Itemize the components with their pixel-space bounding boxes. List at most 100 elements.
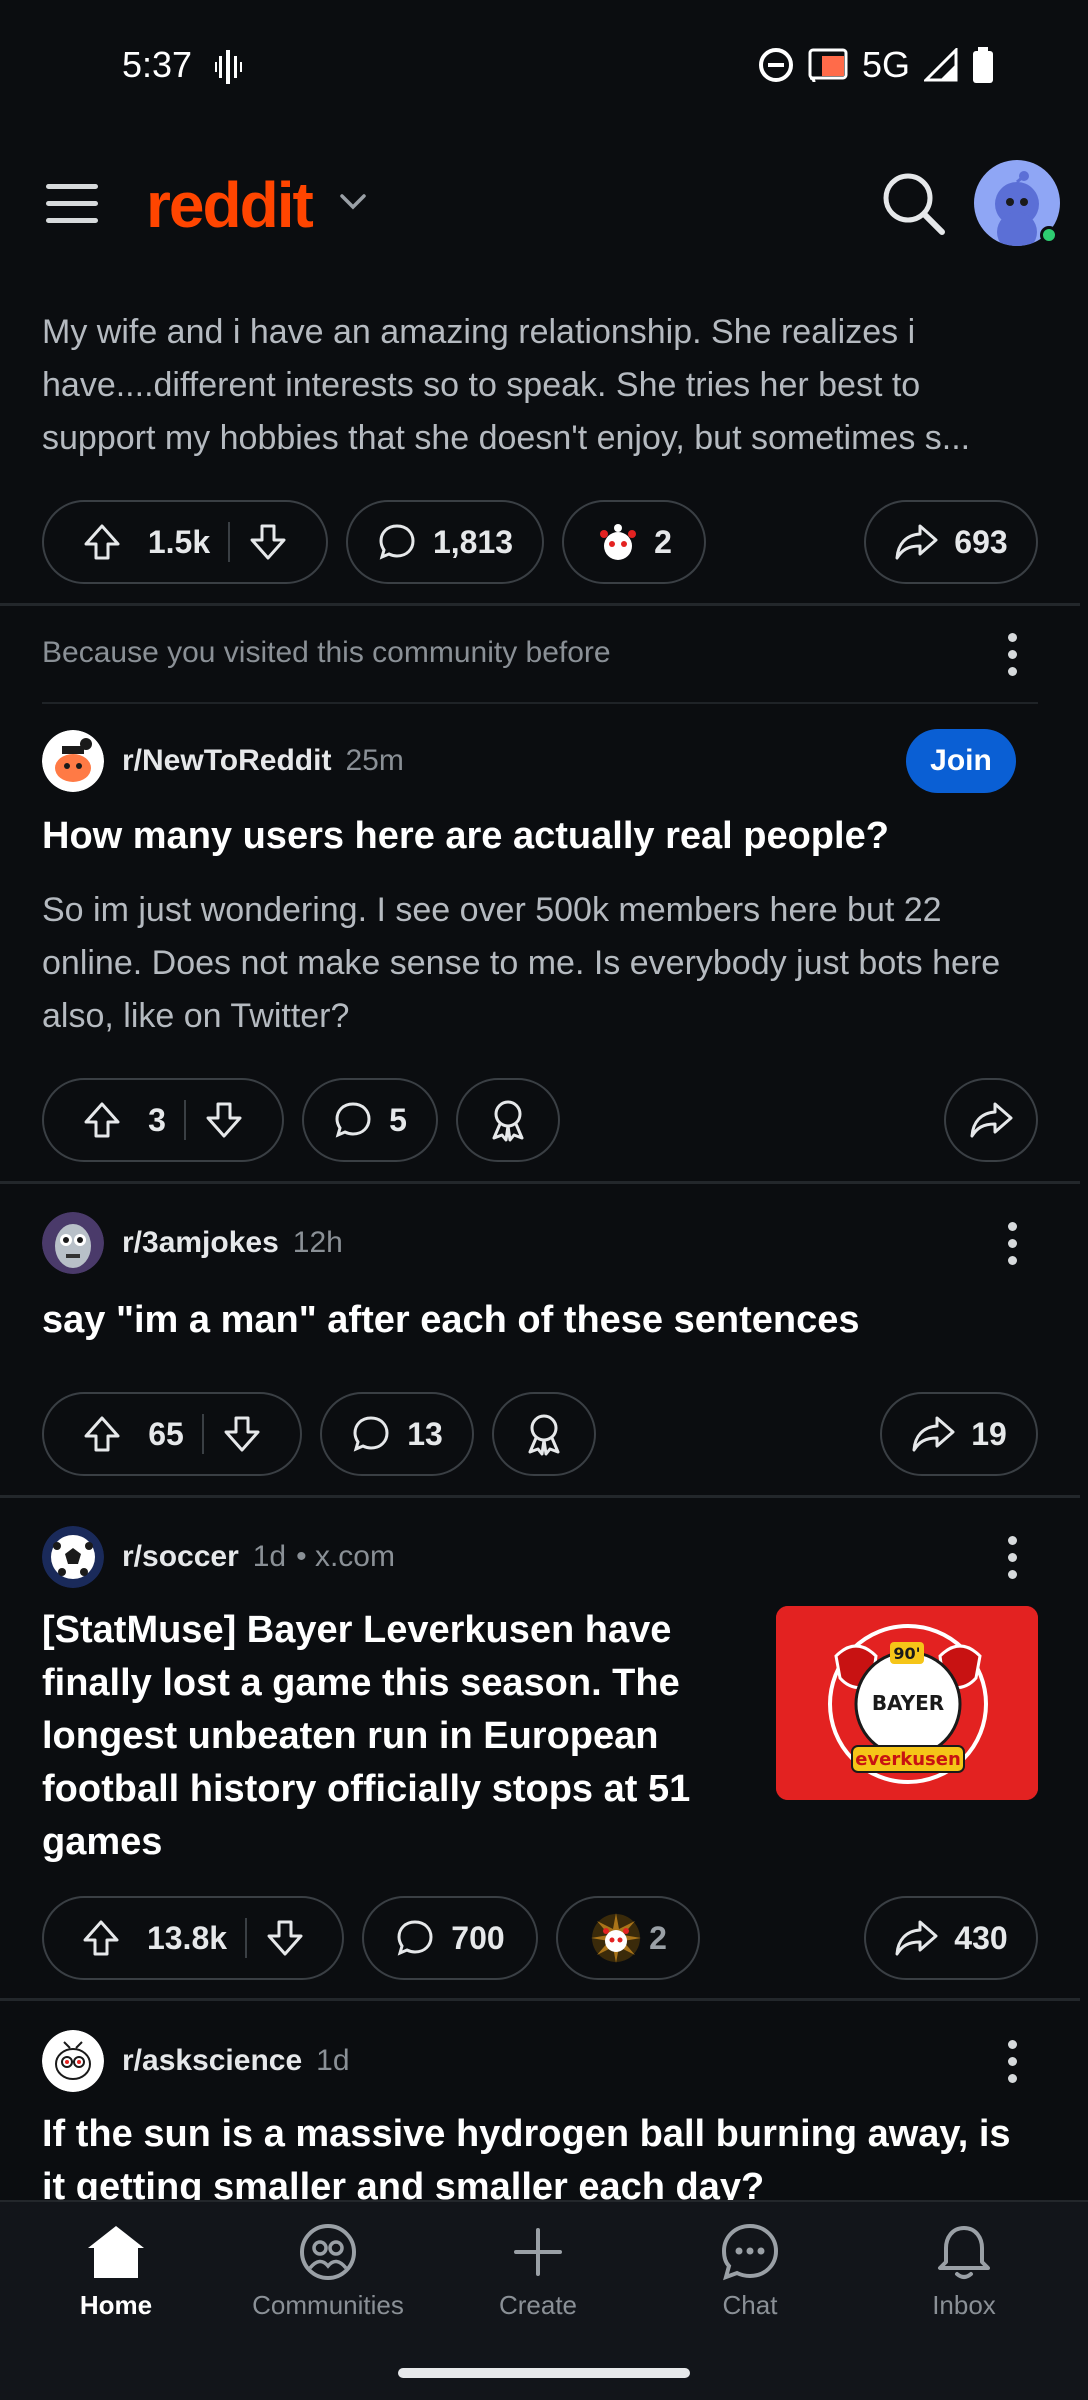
post-meta: r/NewToReddit 25m xyxy=(42,730,404,792)
post-meta: r/soccer 1d • x.com xyxy=(42,1526,395,1588)
signal-icon xyxy=(924,48,958,82)
nav-create-label: Create xyxy=(498,2290,578,2320)
downvote-icon[interactable] xyxy=(265,1918,305,1958)
chat-icon xyxy=(721,2223,779,2281)
post-title[interactable]: How many users here are actually real pe… xyxy=(42,810,1042,863)
share-button[interactable]: 19 xyxy=(880,1392,1038,1476)
subreddit-name[interactable]: r/askscience xyxy=(122,2044,302,2078)
nav-communities[interactable]: Communities xyxy=(248,2222,408,2321)
vote-control: 65 xyxy=(42,1392,302,1476)
reddit-logo[interactable]: reddit xyxy=(146,168,314,242)
home-indicator[interactable] xyxy=(398,2368,690,2378)
comment-count: 700 xyxy=(451,1919,505,1956)
upvote-icon[interactable] xyxy=(81,1918,121,1958)
award-icon xyxy=(528,1414,560,1456)
join-button[interactable]: Join xyxy=(906,729,1016,793)
post-age: 25m xyxy=(345,744,404,777)
upvote-icon[interactable] xyxy=(82,522,122,562)
divider xyxy=(0,603,1080,606)
status-time: 5:37 xyxy=(122,44,193,85)
comment-count: 1,813 xyxy=(432,523,514,560)
online-status-dot xyxy=(1040,226,1058,244)
upvote-icon[interactable] xyxy=(82,1100,122,1140)
subreddit-name[interactable]: r/NewToReddit xyxy=(122,744,331,778)
nav-home-label: Home xyxy=(79,2290,153,2320)
battery-icon xyxy=(973,47,993,83)
share-count: 19 xyxy=(971,1415,1007,1452)
comment-icon xyxy=(379,524,415,560)
share-button[interactable] xyxy=(944,1078,1038,1162)
menu-icon[interactable] xyxy=(46,184,98,224)
share-button[interactable]: 430 xyxy=(864,1896,1038,1980)
subreddit-name[interactable]: r/3amjokes xyxy=(122,1226,279,1260)
comment-count: 5 xyxy=(389,1101,407,1138)
upvote-count: 13.8k xyxy=(146,1919,228,1956)
award-icon xyxy=(591,1913,642,1963)
upvote-count: 3 xyxy=(148,1101,166,1138)
award-button[interactable]: 2 xyxy=(556,1896,700,1980)
divider xyxy=(0,1495,1080,1498)
nav-inbox-label: Inbox xyxy=(932,2290,996,2320)
nav-chat[interactable]: Chat xyxy=(670,2222,830,2321)
share-count: 693 xyxy=(954,523,1008,560)
comments-button[interactable]: 1,813 xyxy=(346,500,544,584)
share-button[interactable]: 693 xyxy=(864,500,1038,584)
post-title[interactable]: If the sun is a massive hydrogen ball bu… xyxy=(42,2108,1042,2200)
post-thumbnail[interactable]: 90' BAYER everkusen xyxy=(776,1606,1038,1800)
vibrate-icon xyxy=(215,50,242,84)
more-options-icon[interactable] xyxy=(994,2031,1030,2091)
post-title[interactable]: say "im a man" after each of these sente… xyxy=(42,1294,1042,1347)
award-button[interactable] xyxy=(492,1392,596,1476)
post-age: 1d xyxy=(252,1540,287,1573)
dnd-icon xyxy=(758,48,793,82)
downvote-icon[interactable] xyxy=(222,1414,262,1454)
post-title[interactable]: [StatMuse] Bayer Leverkusen have finally… xyxy=(42,1604,742,1869)
upvote-icon[interactable] xyxy=(82,1414,122,1454)
subreddit-icon[interactable] xyxy=(42,1526,104,1588)
share-icon xyxy=(895,524,938,560)
post-age: 1d xyxy=(316,2044,350,2077)
award-button[interactable] xyxy=(456,1078,560,1162)
chevron-down-icon[interactable] xyxy=(338,192,368,212)
subreddit-name[interactable]: r/soccer xyxy=(122,1540,239,1574)
comments-button[interactable]: 5 xyxy=(302,1078,438,1162)
subreddit-icon[interactable] xyxy=(42,1212,104,1274)
subreddit-icon[interactable] xyxy=(42,2030,104,2092)
plus-icon xyxy=(514,2228,562,2276)
post-body: My wife and i have an amazing relationsh… xyxy=(42,313,971,457)
downvote-icon[interactable] xyxy=(204,1100,244,1140)
crest-banner: everkusen xyxy=(855,1749,961,1770)
bell-icon xyxy=(938,2226,990,2279)
leverkusen-crest-icon: 90' BAYER everkusen xyxy=(776,1606,1038,1800)
award-icon xyxy=(600,524,637,560)
share-count: 430 xyxy=(954,1919,1008,1956)
nav-home[interactable]: Home xyxy=(36,2222,196,2321)
comments-button[interactable]: 13 xyxy=(320,1392,474,1476)
comments-button[interactable]: 700 xyxy=(362,1896,538,1980)
share-icon xyxy=(970,1102,1013,1138)
more-options-icon[interactable] xyxy=(994,1527,1030,1587)
more-options-icon[interactable] xyxy=(994,1213,1030,1273)
divider xyxy=(42,702,1038,704)
divider xyxy=(0,1181,1080,1184)
subreddit-icon[interactable] xyxy=(42,730,104,792)
nav-inbox[interactable]: Inbox xyxy=(884,2222,1044,2321)
feed[interactable]: My wife and i have an amazing relationsh… xyxy=(0,278,1088,2200)
nav-create[interactable]: Create xyxy=(458,2222,618,2321)
comment-icon xyxy=(397,1920,433,1956)
nav-communities-label: Communities xyxy=(252,2290,404,2320)
communities-icon xyxy=(300,2224,356,2280)
status-icons: 5G xyxy=(758,44,994,86)
share-icon xyxy=(912,1416,955,1452)
app-header: reddit xyxy=(0,130,1088,278)
award-button[interactable]: 2 xyxy=(562,500,706,584)
downvote-icon[interactable] xyxy=(248,522,288,562)
vote-control: 1.5k xyxy=(42,500,328,584)
divider xyxy=(0,1998,1080,2001)
post-meta: r/3amjokes 12h xyxy=(42,1212,343,1274)
comment-icon xyxy=(353,1416,389,1452)
crest-year: 90' xyxy=(893,1644,920,1663)
search-icon[interactable] xyxy=(880,170,946,236)
more-options-icon[interactable] xyxy=(994,624,1030,684)
crest-name: BAYER xyxy=(872,1691,944,1715)
